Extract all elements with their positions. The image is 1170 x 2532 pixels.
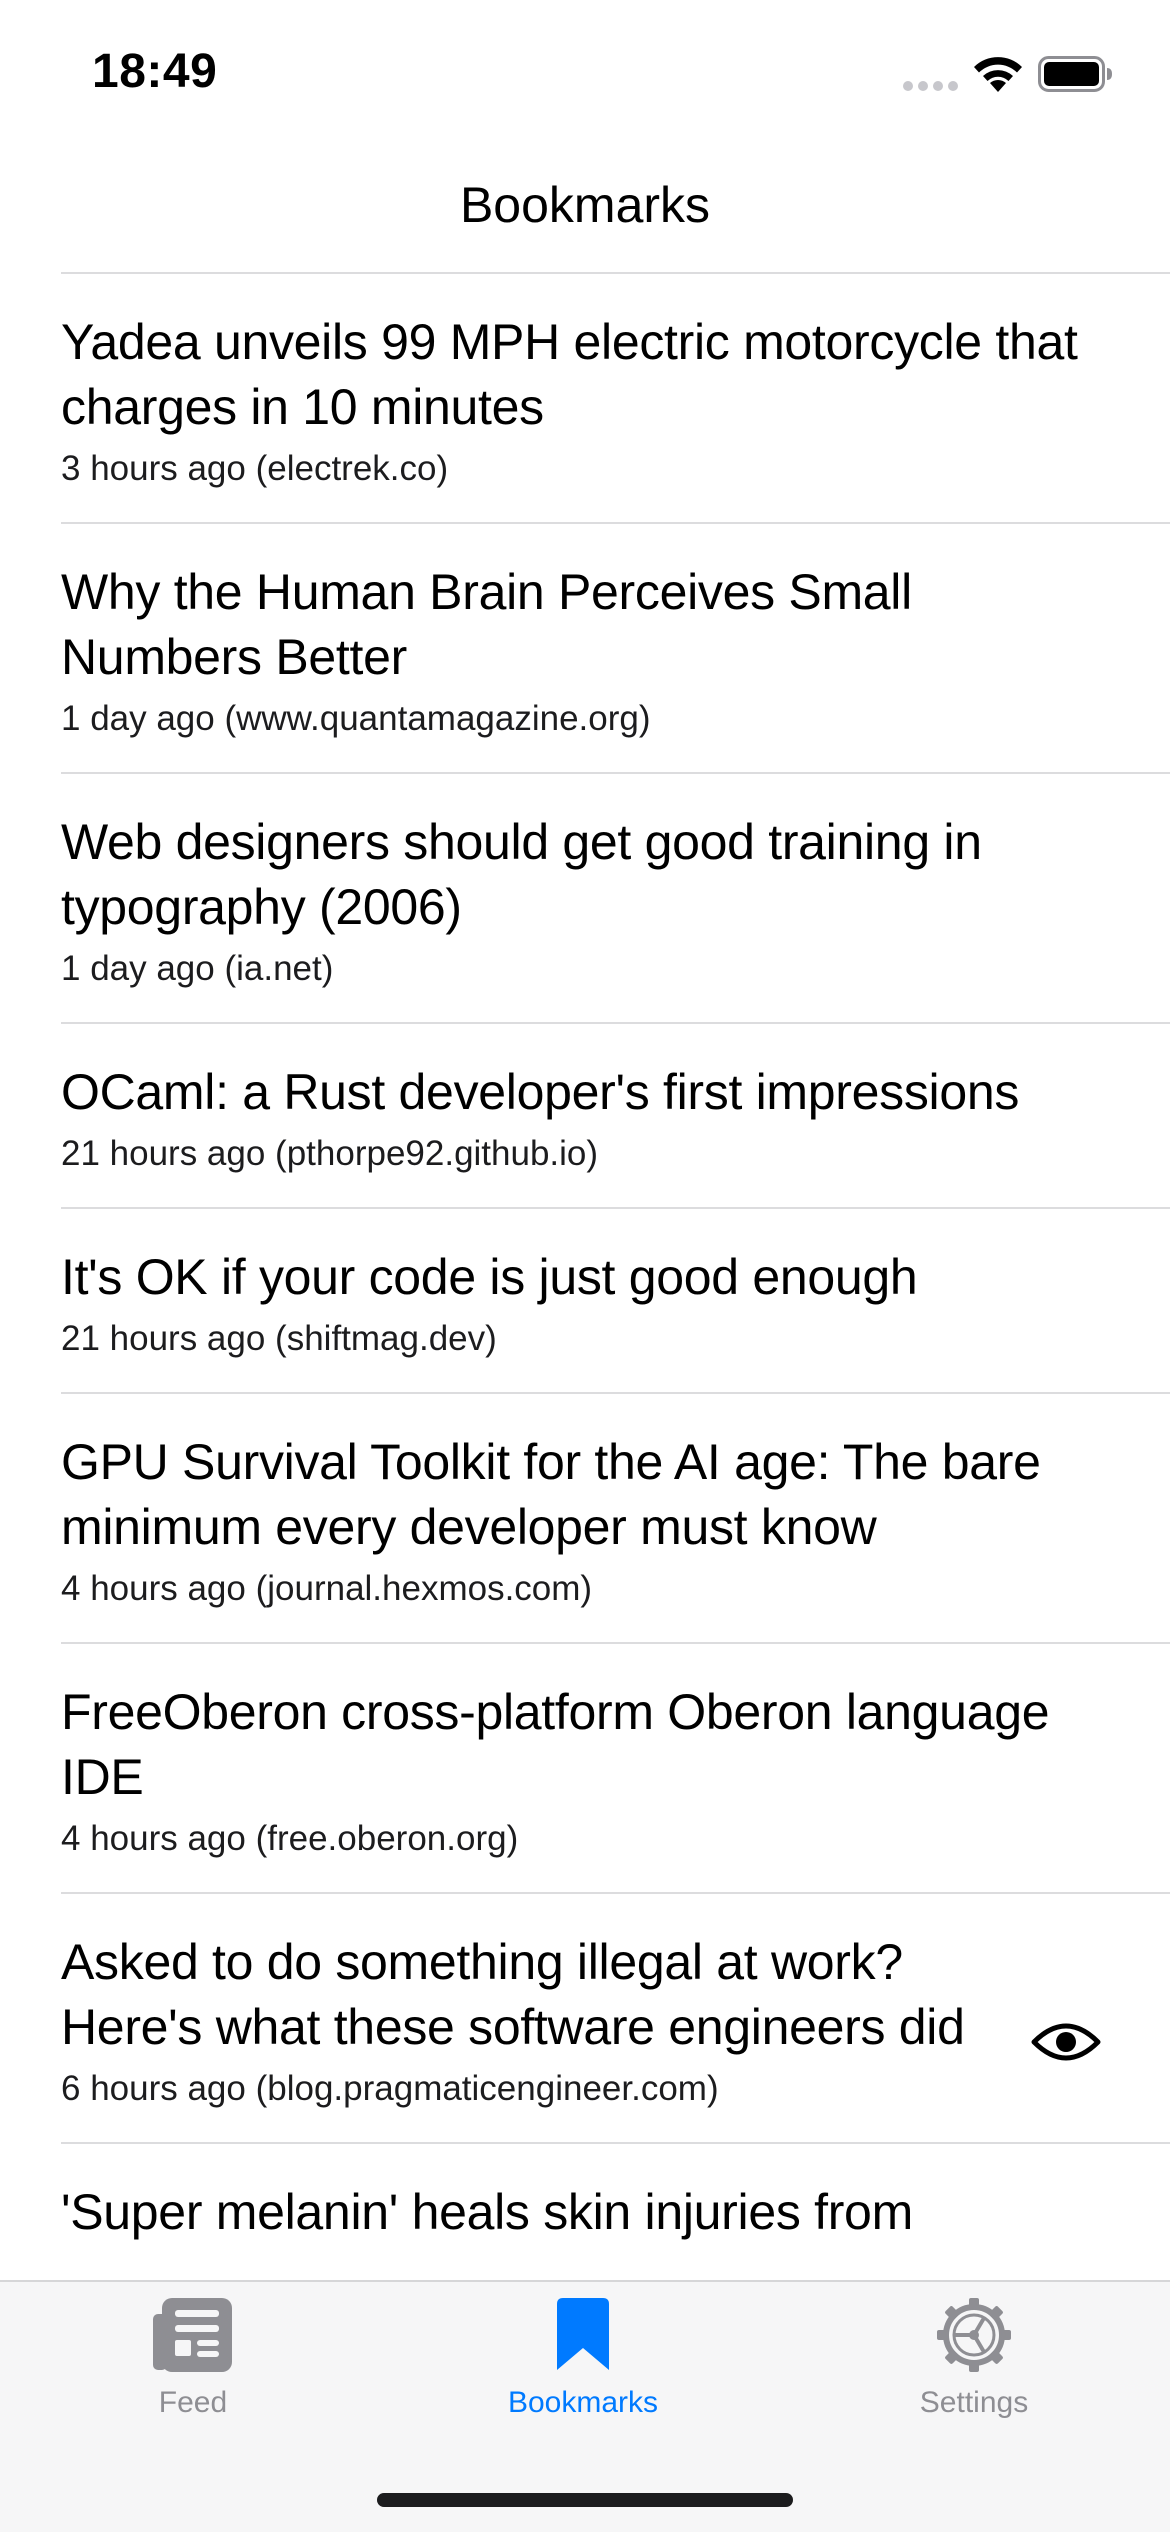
tab-feed[interactable]: Feed	[53, 2296, 333, 2420]
list-item[interactable]: FreeOberon cross-platform Oberon languag…	[61, 1642, 1170, 1892]
newspaper-icon	[153, 2298, 232, 2372]
tab-label: Settings	[919, 2386, 1029, 2419]
home-indicator[interactable]	[377, 2493, 793, 2507]
bookmark-icon	[557, 2298, 609, 2370]
item-meta: 3 hours ago (electrek.co)	[61, 449, 449, 488]
bookmark-list[interactable]: Yadea unveils 99 MPH electric motorcycle…	[61, 272, 1170, 2280]
item-title: FreeOberon cross-platform Oberon languag…	[61, 1684, 1050, 1805]
list-item[interactable]: Why the Human Brain Perceives Small Numb…	[61, 522, 1170, 772]
item-title: Yadea unveils 99 MPH electric motorcycle…	[61, 314, 1078, 435]
item-meta: 1 day ago (www.quantamagazine.org)	[61, 699, 651, 738]
eye-icon	[1031, 2023, 1101, 2061]
item-meta: 21 hours ago (pthorpe92.github.io)	[61, 1134, 599, 1173]
tab-label: Feed	[158, 2386, 228, 2419]
item-title: OCaml: a Rust developer's first impressi…	[61, 1064, 1020, 1120]
item-meta: 21 hours ago (shiftmag.dev)	[61, 1319, 497, 1358]
cellular-signal-icon	[903, 81, 958, 91]
battery-icon	[1038, 56, 1112, 92]
tab-label: Bookmarks	[507, 2386, 659, 2419]
list-item[interactable]: Asked to do something illegal at work? H…	[61, 1892, 1170, 2142]
page-title: Bookmarks	[459, 177, 711, 233]
item-title: Asked to do something illegal at work? H…	[61, 1934, 965, 2055]
tab-bookmarks[interactable]: Bookmarks	[443, 2296, 723, 2420]
list-item[interactable]: 'Super melanin' heals skin injuries from	[61, 2142, 1170, 2280]
item-title: 'Super melanin' heals skin injuries from	[61, 2184, 913, 2240]
status-bar: 18:49	[0, 0, 1170, 150]
tab-settings[interactable]: Settings	[834, 2296, 1114, 2420]
list-item[interactable]: It's OK if your code is just good enough…	[61, 1207, 1170, 1392]
item-title: GPU Survival Toolkit for the AI age: The…	[61, 1434, 1041, 1555]
item-meta: 1 day ago (ia.net)	[61, 949, 334, 988]
list-item[interactable]: Yadea unveils 99 MPH electric motorcycle…	[61, 272, 1170, 522]
item-meta: 4 hours ago (free.oberon.org)	[61, 1819, 519, 1858]
list-item[interactable]: GPU Survival Toolkit for the AI age: The…	[61, 1392, 1170, 1642]
gear-icon	[937, 2298, 1011, 2372]
item-meta: 4 hours ago (journal.hexmos.com)	[61, 1569, 593, 1608]
item-title: Web designers should get good training i…	[61, 814, 982, 935]
item-title: It's OK if your code is just good enough	[61, 1249, 918, 1305]
list-item[interactable]: OCaml: a Rust developer's first impressi…	[61, 1022, 1170, 1207]
item-title: Why the Human Brain Perceives Small Numb…	[61, 564, 912, 685]
wifi-icon	[974, 57, 1022, 92]
list-item[interactable]: Web designers should get good training i…	[61, 772, 1170, 1022]
status-time: 18:49	[92, 45, 218, 98]
item-meta: 6 hours ago (blog.pragmaticengineer.com)	[61, 2069, 719, 2108]
